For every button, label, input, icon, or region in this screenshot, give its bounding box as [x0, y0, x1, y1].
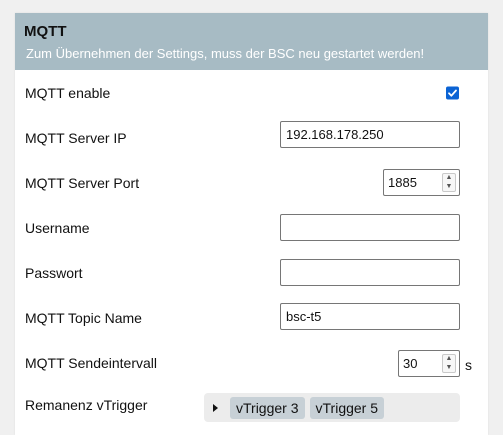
password-input[interactable] — [280, 259, 460, 286]
server-port-spinner[interactable]: ▲ ▼ — [442, 173, 456, 192]
panel-subtitle: Zum Übernehmen der Settings, muss der BS… — [26, 46, 425, 61]
remanenz-multiselect[interactable]: vTrigger 3 vTrigger 5 — [204, 393, 460, 422]
row-topic-name: MQTT Topic Name bsc-t5 — [15, 295, 488, 340]
row-mqtt-enable: MQTT enable — [15, 70, 488, 115]
send-interval-value: 30 — [403, 356, 418, 371]
send-interval-spinner[interactable]: ▲ ▼ — [442, 354, 456, 373]
spin-down-icon[interactable]: ▼ — [443, 364, 455, 372]
row-remanenz: Remanenz vTrigger vTrigger 3 vTrigger 5 — [15, 385, 488, 430]
spin-down-icon[interactable]: ▼ — [443, 183, 455, 191]
topic-name-input[interactable]: bsc-t5 — [280, 303, 460, 330]
server-ip-label: MQTT Server IP — [25, 129, 127, 146]
vtrigger-chip[interactable]: vTrigger 3 — [230, 396, 305, 419]
topic-name-value: bsc-t5 — [286, 309, 322, 324]
check-icon — [448, 89, 457, 97]
topic-name-label: MQTT Topic Name — [25, 309, 142, 326]
server-port-label: MQTT Server Port — [25, 174, 140, 191]
send-interval-unit: s — [465, 357, 472, 374]
panel-title: MQTT — [24, 23, 67, 40]
username-label: Username — [25, 219, 90, 236]
panel-header: MQTT Zum Übernehmen der Settings, muss d… — [15, 13, 488, 70]
username-input[interactable] — [280, 214, 460, 241]
row-send-interval: MQTT Sendeintervall 30 ▲ ▼ s — [15, 340, 488, 385]
send-interval-input[interactable]: 30 ▲ ▼ — [398, 350, 460, 377]
row-server-port: MQTT Server Port 1885 ▲ ▼ — [15, 160, 488, 205]
spin-up-icon[interactable]: ▲ — [443, 174, 455, 182]
password-label: Passwort — [25, 264, 83, 281]
caret-right-icon[interactable] — [213, 403, 218, 412]
mqtt-settings-panel: MQTT Zum Übernehmen der Settings, muss d… — [15, 13, 488, 435]
row-username: Username — [15, 205, 488, 250]
vtrigger-chip[interactable]: vTrigger 5 — [309, 396, 385, 419]
spin-up-icon[interactable]: ▲ — [443, 355, 455, 363]
server-port-input[interactable]: 1885 ▲ ▼ — [383, 169, 460, 196]
row-password: Passwort — [15, 250, 488, 295]
mqtt-enable-label: MQTT enable — [25, 84, 111, 101]
mqtt-enable-checkbox[interactable] — [446, 86, 459, 99]
server-port-value: 1885 — [388, 175, 417, 190]
server-ip-input[interactable]: 192.168.178.250 — [280, 121, 460, 148]
server-ip-value: 192.168.178.250 — [286, 127, 384, 142]
remanenz-label: Remanenz vTrigger — [25, 396, 148, 413]
send-interval-label: MQTT Sendeintervall — [25, 354, 158, 371]
row-server-ip: MQTT Server IP 192.168.178.250 — [15, 115, 488, 160]
